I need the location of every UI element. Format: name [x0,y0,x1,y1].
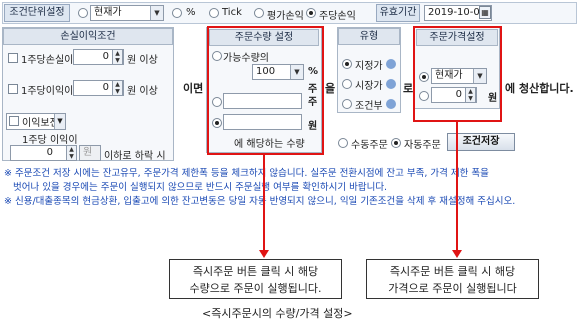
note-line-3: ※ 신용/대출종목의 현금상환, 입출고에 의한 잔고변동은 당일 자동 반영되… [4,196,516,207]
unit-select[interactable]: 현재가 ▼ [90,5,164,21]
conditional-radio[interactable] [342,99,352,109]
unit-select-value: 현재가 [94,7,122,18]
order-type-header: 유형 [338,28,400,45]
price-arrow-head [452,250,462,258]
chevron-down-icon[interactable]: ▼ [54,114,65,129]
loss-label: 1주당손실이 [21,55,74,66]
info-icon[interactable] [386,59,396,69]
unit-radio[interactable] [78,8,88,18]
tick-label: Tick [222,7,242,18]
preserve-stepper[interactable]: ▲ ▼ [66,145,77,161]
loss-checkbox[interactable] [8,53,18,63]
profit-suffix: 원 이상 [127,86,158,97]
stock-pnl-label: 주당손익 [319,11,356,22]
auto-order-radio[interactable] [391,138,401,148]
pnl-condition-header: 손실이익조건 [3,28,173,45]
price-callout-line-2: 가격으로 주문이 실행됩니다 [388,282,517,295]
percent-radio[interactable] [172,8,182,18]
tick-radio[interactable] [209,8,219,18]
preserve-suffix: 이하로 하락 시 [104,151,166,162]
quantity-arrow-line [263,155,265,253]
note-line-1: ※ 주문조건 저장 시에는 잔고유무, 주문가격 제한폭 등을 체크하지 않습니… [4,168,489,179]
note-line-2: 벗어나 있을 경우에는 주문이 실행되지 않으므로 반드시 주문실행 여부를 확… [13,182,388,193]
profit-checkbox[interactable] [8,84,18,94]
eval-pnl-radio[interactable] [254,8,264,18]
manual-order-radio[interactable] [338,138,348,148]
loss-suffix: 원 이상 [127,55,158,66]
preserve-sub-label: 1주당 이익이 [22,135,78,146]
preserve-unit-select[interactable]: 원 [79,145,101,161]
preserve-input[interactable]: 0 [10,145,68,161]
quantity-callout: 즉시주문 버튼 클릭 시 해당 수량으로 주문이 실행됩니다. [169,259,342,299]
conditional-label: 조건부 [355,101,383,112]
limit-radio[interactable] [342,59,352,69]
quantity-callout-line-2: 수량으로 주문이 실행됩니다. [189,282,322,295]
market-radio[interactable] [342,79,352,89]
stock-pnl-radio[interactable] [306,8,316,18]
percent-label: % [186,7,196,18]
quantity-highlight [207,26,324,155]
price-callout-line-1: 즉시주문 버튼 클릭 시 해당 [389,265,516,278]
connector-ro: 로 [403,82,414,95]
figure-caption: <즉시주문시의 수량/가격 설정> [202,307,353,320]
info-icon[interactable] [386,79,396,89]
connector-if: 이면 [183,82,204,95]
profit-stepper[interactable]: ▲ ▼ [112,80,123,96]
loss-stepper[interactable]: ▲ ▼ [112,49,123,65]
calendar-icon[interactable]: ▦ [479,6,491,19]
profit-label: 1주당이익이 [21,86,74,97]
stop-order-panel: 조건단위설정 현재가 ▼ % Tick 평가손익 주당손익 유효기간 2019-… [0,0,579,213]
price-arrow-line [456,122,458,253]
manual-order-label: 수동주문 [351,140,388,151]
price-highlight [413,26,502,122]
market-label: 시장가 [355,81,383,92]
auto-order-label: 자동주문 [404,140,441,151]
condition-unit-label: 조건단위설정 [4,4,70,22]
chevron-down-icon: ▼ [150,6,163,20]
limit-label: 지정가 [355,61,383,72]
preserve-checkbox[interactable] [9,116,19,126]
quantity-arrow-head [259,250,269,258]
info-icon[interactable] [386,99,396,109]
price-callout: 즉시주문 버튼 클릭 시 해당 가격으로 주문이 실행됩니다 [366,259,539,299]
eval-pnl-label: 평가손익 [267,11,304,22]
liquidate-text: 에 청산합니다. [505,82,574,95]
connector-eul: 을 [325,82,336,95]
quantity-callout-line-1: 즉시주문 버튼 클릭 시 해당 [192,265,319,278]
validity-label: 유효기간 [376,4,420,22]
